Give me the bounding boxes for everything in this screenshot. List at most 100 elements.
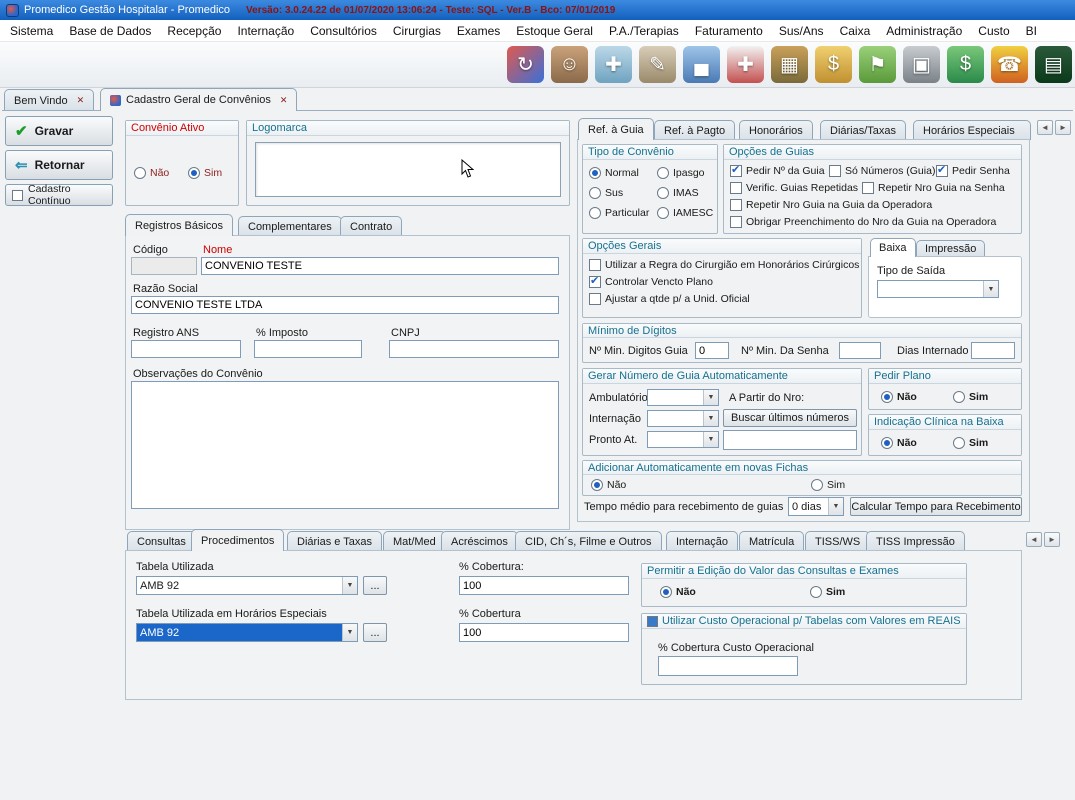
radio-adicionar-fichas-sim[interactable]: Sim bbox=[811, 479, 845, 491]
tab-acrescimos[interactable]: Acréscimos bbox=[441, 531, 518, 551]
tabela-utilizada-browse-button[interactable]: ... bbox=[363, 576, 387, 595]
tabela-horarios-especiais-select[interactable]: AMB 92 bbox=[136, 623, 358, 642]
menu-bi[interactable]: BI bbox=[1018, 21, 1045, 41]
tabela-horarios-especiais-browse-button[interactable]: ... bbox=[363, 623, 387, 642]
tab-impressao[interactable]: Impressão bbox=[916, 240, 985, 257]
bottom-tabs-next-button[interactable]: ► bbox=[1044, 532, 1060, 547]
menu-consultorios[interactable]: Consultórios bbox=[302, 21, 385, 41]
bottom-tabs-prev-button[interactable]: ◄ bbox=[1026, 532, 1042, 547]
finance-icon[interactable]: $ bbox=[947, 46, 984, 83]
checkbox-ajustar-qtde-unid-oficial[interactable]: Ajustar a qtde p/ a Unid. Oficial bbox=[589, 293, 750, 305]
patients-icon[interactable]: ☺ bbox=[551, 46, 588, 83]
razao-social-field[interactable] bbox=[131, 296, 559, 314]
radio-permitir-edicao-sim[interactable]: Sim bbox=[810, 586, 845, 598]
tipo-saida-select[interactable] bbox=[877, 280, 999, 298]
chevron-down-icon[interactable] bbox=[703, 432, 718, 447]
tab-matricula[interactable]: Matrícula bbox=[739, 531, 804, 551]
tab-complementares[interactable]: Complementares bbox=[238, 216, 342, 236]
tempo-medio-select[interactable]: 0 dias bbox=[788, 497, 844, 516]
checkbox-pedir-numero-guia[interactable]: Pedir Nº da Guia bbox=[730, 165, 825, 177]
radio-pedir-plano-nao[interactable]: Não bbox=[881, 391, 917, 403]
radio-tipo-iamesc[interactable]: IAMESC bbox=[657, 207, 713, 219]
menu-exames[interactable]: Exames bbox=[449, 21, 508, 41]
radio-pedir-plano-sim[interactable]: Sim bbox=[953, 391, 988, 403]
radio-tipo-sus[interactable]: Sus bbox=[589, 187, 623, 199]
manual-icon[interactable]: ▤ bbox=[1035, 46, 1072, 83]
chevron-down-icon[interactable] bbox=[828, 498, 843, 515]
map-icon[interactable]: ⚑ bbox=[859, 46, 896, 83]
continuous-register-toggle[interactable]: Cadastro Contínuo bbox=[5, 184, 113, 206]
tab-contrato[interactable]: Contrato bbox=[340, 216, 402, 236]
chevron-down-icon[interactable] bbox=[703, 411, 718, 426]
tab-mat-med[interactable]: Mat/Med bbox=[383, 531, 446, 551]
chevron-down-icon[interactable] bbox=[983, 281, 998, 297]
internacao-select[interactable] bbox=[647, 410, 719, 427]
tab-diarias-e-taxas[interactable]: Diárias e Taxas bbox=[287, 531, 382, 551]
menu-estoque-geral[interactable]: Estoque Geral bbox=[508, 21, 601, 41]
billing-icon[interactable]: $ bbox=[815, 46, 852, 83]
checkbox-pedir-senha[interactable]: Pedir Senha bbox=[936, 165, 1010, 177]
tab-horarios-especiais[interactable]: Horários Especiais bbox=[913, 120, 1031, 140]
menu-faturamento[interactable]: Faturamento bbox=[687, 21, 771, 41]
codigo-field[interactable] bbox=[131, 257, 197, 275]
close-icon[interactable]: ✕ bbox=[280, 95, 288, 106]
right-tabs-next-button[interactable]: ► bbox=[1055, 120, 1071, 135]
checkbox-repetir-nro-guia-operadora[interactable]: Repetir Nro Guia na Guia da Operadora bbox=[730, 199, 932, 211]
menu-cirurgias[interactable]: Cirurgias bbox=[385, 21, 449, 41]
hospital-bed-icon[interactable]: ▄ bbox=[683, 46, 720, 83]
radio-convenio-ativo-nao[interactable]: Não bbox=[134, 167, 169, 179]
inventory-icon[interactable]: ▦ bbox=[771, 46, 808, 83]
doctor-icon[interactable]: ✚ bbox=[595, 46, 632, 83]
checkbox-regra-cirurgiao[interactable]: Utilizar a Regra do Cirurgião em Honorár… bbox=[589, 259, 859, 271]
tab-consultas[interactable]: Consultas bbox=[127, 531, 196, 551]
chevron-down-icon[interactable] bbox=[342, 624, 357, 641]
tab-tiss-ws[interactable]: TISS/WS bbox=[805, 531, 870, 551]
cobertura-field[interactable] bbox=[459, 576, 629, 595]
safe-icon[interactable]: ▣ bbox=[903, 46, 940, 83]
radio-tipo-normal[interactable]: Normal bbox=[589, 167, 639, 179]
checkbox-so-numeros-guia[interactable]: Só Números (Guia) bbox=[829, 165, 935, 177]
logomarca-image-area[interactable] bbox=[255, 142, 561, 197]
custo-cobertura-field[interactable] bbox=[658, 656, 798, 676]
radio-tipo-particular[interactable]: Particular bbox=[589, 207, 649, 219]
chevron-down-icon[interactable] bbox=[703, 390, 718, 405]
tab-tiss-impressao[interactable]: TISS Impressão bbox=[866, 531, 965, 551]
a-partir-do-nro-field[interactable] bbox=[723, 430, 857, 450]
registro-ans-field[interactable] bbox=[131, 340, 241, 358]
radio-permitir-edicao-nao[interactable]: Não bbox=[660, 586, 696, 598]
radio-indicacao-nao[interactable]: Não bbox=[881, 437, 917, 449]
menu-sistema[interactable]: Sistema bbox=[2, 21, 61, 41]
observacoes-field[interactable] bbox=[131, 381, 559, 509]
checkbox-obrigar-preenchimento-nro-guia[interactable]: Obrigar Preenchimento do Nro da Guia na … bbox=[730, 216, 996, 228]
cnpj-field[interactable] bbox=[389, 340, 559, 358]
records-icon[interactable]: ✎ bbox=[639, 46, 676, 83]
sync-icon[interactable]: ↻ bbox=[507, 46, 544, 83]
tab-cadastro-convenios[interactable]: Cadastro Geral de Convênios ✕ bbox=[100, 88, 297, 111]
close-icon[interactable]: ✕ bbox=[77, 95, 85, 106]
radio-adicionar-fichas-nao[interactable]: Não bbox=[591, 479, 626, 491]
custo-operacional-checkbox-icon[interactable] bbox=[647, 616, 658, 627]
menu-sus-ans[interactable]: Sus/Ans bbox=[771, 21, 832, 41]
right-tabs-prev-button[interactable]: ◄ bbox=[1037, 120, 1053, 135]
imposto-field[interactable] bbox=[254, 340, 362, 358]
tab-cid-chs-filme-outros[interactable]: CID, Ch´s, Filme e Outros bbox=[515, 531, 662, 551]
buscar-ultimos-numeros-button[interactable]: Buscar últimos números bbox=[723, 409, 857, 427]
tab-ref-a-pagto[interactable]: Ref. à Pagto bbox=[654, 120, 735, 140]
tab-ref-a-guia[interactable]: Ref. à Guia bbox=[578, 118, 654, 140]
menu-pa-terapias[interactable]: P.A./Terapias bbox=[601, 21, 687, 41]
pronto-at-select[interactable] bbox=[647, 431, 719, 448]
radio-tipo-imas[interactable]: IMAS bbox=[657, 187, 699, 199]
ambulatorio-select[interactable] bbox=[647, 389, 719, 406]
menu-custo[interactable]: Custo bbox=[970, 21, 1017, 41]
calcular-tempo-button[interactable]: Calcular Tempo para Recebimento bbox=[850, 497, 1022, 516]
tab-honorarios[interactable]: Honorários bbox=[739, 120, 813, 140]
tab-procedimentos[interactable]: Procedimentos bbox=[191, 529, 284, 551]
min-digitos-guia-field[interactable] bbox=[695, 342, 729, 359]
checkbox-controlar-vencto-plano[interactable]: Controlar Vencto Plano bbox=[589, 276, 713, 288]
dias-internado-field[interactable] bbox=[971, 342, 1015, 359]
tab-diarias-taxas[interactable]: Diárias/Taxas bbox=[820, 120, 906, 140]
return-button[interactable]: ⇐ Retornar bbox=[5, 150, 113, 180]
menu-internacao[interactable]: Internação bbox=[229, 21, 302, 41]
tab-baixa[interactable]: Baixa bbox=[870, 238, 916, 257]
menu-recepcao[interactable]: Recepção bbox=[159, 21, 229, 41]
